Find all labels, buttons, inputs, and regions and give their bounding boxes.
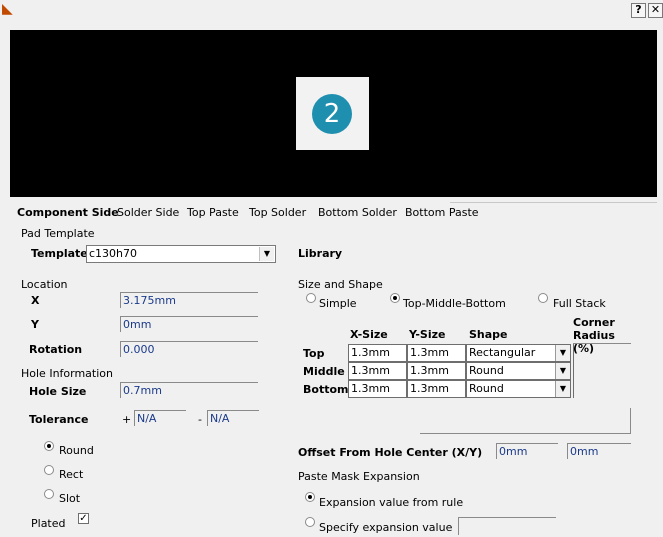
corner-radius-column-edge bbox=[573, 344, 574, 398]
hole-shape-rect-label[interactable]: Rect bbox=[59, 468, 83, 481]
mode-simple-label[interactable]: Simple bbox=[319, 297, 357, 310]
tab-solder-side[interactable]: Solder Side bbox=[117, 206, 179, 219]
expansion-from-rule-radio[interactable] bbox=[305, 492, 315, 502]
mode-top-middle-bottom-radio[interactable] bbox=[390, 293, 400, 303]
chevron-down-icon[interactable]: ▼ bbox=[555, 363, 570, 379]
mode-full-stack-label[interactable]: Full Stack bbox=[553, 297, 606, 310]
tab-top-solder[interactable]: Top Solder bbox=[249, 206, 306, 219]
bottom-x-size-cell[interactable]: 1.3mm bbox=[348, 380, 407, 398]
library-label: Library bbox=[298, 247, 343, 260]
tab-component-side[interactable]: Component Side bbox=[17, 206, 119, 219]
plated-checkbox[interactable]: ✓ bbox=[78, 513, 89, 524]
rotation-label: Rotation bbox=[29, 343, 83, 356]
middle-y-size-cell[interactable]: 1.3mm bbox=[407, 362, 466, 380]
mode-top-middle-bottom-label[interactable]: Top-Middle-Bottom bbox=[403, 297, 506, 310]
y-size-header: Y-Size bbox=[409, 328, 446, 341]
tolerance-minus-sign: - bbox=[198, 413, 202, 426]
shape-header: Shape bbox=[469, 328, 508, 341]
offset-x-field[interactable]: 0mm bbox=[496, 443, 558, 459]
hole-shape-slot-radio[interactable] bbox=[44, 489, 54, 499]
rotation-field[interactable]: 0.000 bbox=[120, 341, 258, 357]
pad-preview: 2 bbox=[10, 30, 657, 197]
title-bar: ◣ ? ✕ bbox=[0, 0, 663, 22]
corner-radius-divider bbox=[573, 343, 631, 344]
top-shape-dropdown[interactable]: Rectangular ▼ bbox=[466, 344, 571, 362]
hole-information-heading: Hole Information bbox=[21, 367, 113, 380]
template-dropdown[interactable]: c130h70 ▼ bbox=[86, 245, 276, 263]
template-value: c130h70 bbox=[89, 247, 138, 260]
tolerance-plus-sign: + bbox=[122, 413, 132, 426]
chevron-down-icon[interactable]: ▼ bbox=[555, 345, 570, 361]
bottom-shape-dropdown[interactable]: Round ▼ bbox=[466, 380, 571, 398]
template-label: Template bbox=[31, 247, 88, 260]
specify-expansion-label[interactable]: Specify expansion value bbox=[319, 521, 452, 534]
bottom-y-size-cell[interactable]: 1.3mm bbox=[407, 380, 466, 398]
tolerance-plus-field[interactable]: N/A bbox=[134, 410, 186, 426]
stack-preview-frame bbox=[420, 408, 631, 434]
location-y-field[interactable]: 0mm bbox=[120, 316, 258, 332]
bottom-shape-value: Round bbox=[469, 382, 504, 395]
specify-expansion-radio[interactable] bbox=[305, 517, 315, 527]
offset-y-field[interactable]: 0mm bbox=[567, 443, 631, 459]
tab-top-paste[interactable]: Top Paste bbox=[187, 206, 239, 219]
middle-x-size-cell[interactable]: 1.3mm bbox=[348, 362, 407, 380]
hole-size-field[interactable]: 0.7mm bbox=[120, 382, 258, 398]
checkmark-icon: ✓ bbox=[79, 513, 88, 524]
hole-shape-round-label[interactable]: Round bbox=[59, 444, 94, 457]
middle-shape-dropdown[interactable]: Round ▼ bbox=[466, 362, 571, 380]
expansion-from-rule-label[interactable]: Expansion value from rule bbox=[319, 496, 463, 509]
close-button[interactable]: ✕ bbox=[648, 3, 663, 18]
top-shape-value: Rectangular bbox=[469, 346, 536, 359]
offset-label: Offset From Hole Center (X/Y) bbox=[298, 446, 483, 459]
middle-shape-value: Round bbox=[469, 364, 504, 377]
corner-radius-header: Corner Radius (%) bbox=[573, 316, 615, 355]
hole-shape-slot-label[interactable]: Slot bbox=[59, 492, 80, 505]
size-shape-heading: Size and Shape bbox=[298, 278, 383, 291]
pad-preview-box: 2 bbox=[296, 77, 369, 150]
help-button[interactable]: ? bbox=[631, 3, 646, 18]
row-top-label: Top bbox=[303, 347, 325, 360]
row-middle-label: Middle bbox=[303, 365, 345, 378]
paste-mask-heading: Paste Mask Expansion bbox=[298, 470, 420, 483]
tab-divider bbox=[450, 202, 657, 203]
hole-shape-rect-radio[interactable] bbox=[44, 465, 54, 475]
hole-size-label: Hole Size bbox=[29, 385, 87, 398]
tab-bottom-paste[interactable]: Bottom Paste bbox=[405, 206, 479, 219]
row-bottom-label: Bottom bbox=[303, 383, 349, 396]
mode-full-stack-radio[interactable] bbox=[538, 293, 548, 303]
tab-bottom-solder[interactable]: Bottom Solder bbox=[318, 206, 397, 219]
x-label: X bbox=[31, 294, 40, 307]
chevron-down-icon[interactable]: ▼ bbox=[555, 381, 570, 397]
pad-properties-icon: ◣ bbox=[2, 1, 13, 17]
hole-shape-round-radio[interactable] bbox=[44, 441, 54, 451]
plated-label: Plated bbox=[31, 517, 66, 530]
chevron-down-icon[interactable]: ▼ bbox=[259, 247, 274, 261]
tolerance-label: Tolerance bbox=[29, 413, 89, 426]
top-x-size-cell[interactable]: 1.3mm bbox=[348, 344, 407, 362]
tolerance-minus-field[interactable]: N/A bbox=[207, 410, 259, 426]
y-label: Y bbox=[31, 318, 39, 331]
pad-template-heading: Pad Template bbox=[21, 227, 95, 240]
expansion-value-field[interactable] bbox=[458, 517, 556, 535]
top-y-size-cell[interactable]: 1.3mm bbox=[407, 344, 466, 362]
pad-number-badge: 2 bbox=[312, 94, 352, 134]
x-size-header: X-Size bbox=[350, 328, 388, 341]
mode-simple-radio[interactable] bbox=[306, 293, 316, 303]
location-heading: Location bbox=[21, 278, 68, 291]
location-x-field[interactable]: 3.175mm bbox=[120, 292, 258, 308]
